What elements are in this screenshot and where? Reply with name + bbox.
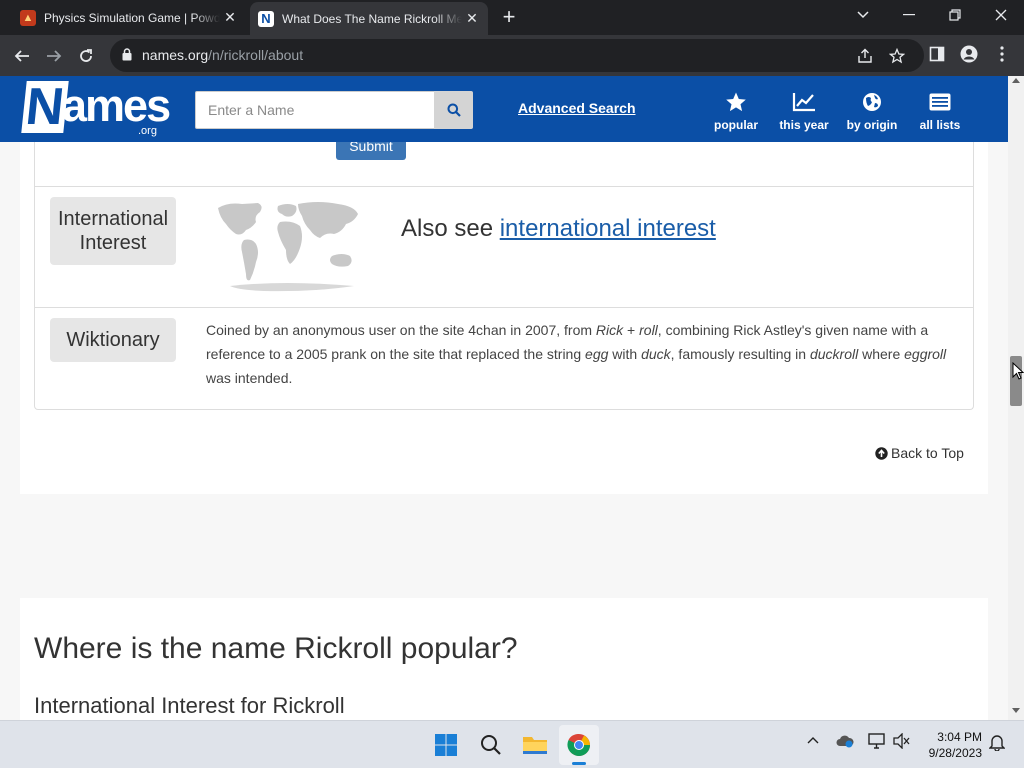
forward-button[interactable] — [41, 43, 67, 69]
also-see-text: Also see international interest — [401, 215, 716, 243]
taskbar-clock[interactable]: 3:04 PM 9/28/2023 — [918, 729, 982, 761]
clock-date: 9/28/2023 — [928, 746, 982, 760]
url-text: names.org/n/rickroll/about — [142, 47, 304, 63]
label-line: Interest — [79, 232, 147, 254]
close-window-button[interactable] — [978, 0, 1024, 30]
site-header: N ames .org Advanced Search popular this… — [0, 76, 1008, 142]
logo-org-text: .org — [138, 125, 157, 137]
list-icon — [906, 90, 974, 114]
network-icon[interactable] — [868, 733, 886, 749]
names-org-logo[interactable]: N ames .org — [21, 78, 171, 139]
side-panel-icon[interactable] — [927, 44, 947, 64]
nav-all-lists[interactable]: all lists — [906, 90, 974, 132]
submit-button[interactable]: Submit — [336, 142, 406, 160]
new-tab-button[interactable]: + — [498, 6, 520, 29]
also-see-prefix: Also see — [401, 215, 500, 242]
nav-popular[interactable]: popular — [702, 90, 770, 132]
name-search-input[interactable] — [195, 91, 435, 129]
label-text: Wiktionary — [66, 328, 160, 351]
back-to-top-link[interactable]: Back to Top — [875, 445, 964, 461]
world-map-image[interactable] — [214, 200, 364, 297]
chrome-taskbar-icon[interactable] — [559, 725, 599, 765]
address-bar[interactable]: names.org/n/rickroll/about — [110, 39, 924, 72]
arrow-up-circle-icon — [875, 446, 888, 460]
volume-muted-icon[interactable] — [893, 733, 911, 749]
bookmark-star-icon[interactable] — [888, 47, 906, 65]
tab-strip: ▲ Physics Simulation Game | Powder ✕ N W… — [0, 0, 1024, 35]
close-tab-icon[interactable]: ✕ — [220, 8, 240, 28]
wiktionary-label[interactable]: Wiktionary — [50, 318, 176, 362]
nav-label: all lists — [919, 118, 961, 132]
advanced-search-link[interactable]: Advanced Search — [518, 100, 636, 116]
label-line: International — [57, 208, 169, 230]
international-interest-heading: International Interest for Rickroll — [34, 693, 345, 718]
clock-time: 3:04 PM — [937, 730, 982, 744]
onedrive-icon[interactable] — [836, 733, 854, 749]
file-explorer-icon[interactable] — [515, 725, 555, 765]
restore-button[interactable] — [932, 0, 978, 30]
chart-line-icon — [770, 90, 838, 114]
powder-favicon-icon: ▲ — [20, 9, 36, 26]
logo-text: ames — [62, 80, 171, 131]
page-viewport: N ames .org Advanced Search popular this… — [0, 76, 1008, 720]
nav-this-year[interactable]: this year — [770, 90, 838, 132]
share-icon[interactable] — [856, 47, 874, 65]
tab-title: What Does The Name Rickroll Mean — [282, 11, 462, 26]
browser-toolbar: names.org/n/rickroll/about — [0, 35, 1024, 76]
profile-avatar-icon[interactable] — [959, 44, 979, 64]
reload-button[interactable] — [73, 43, 99, 69]
tab-rickroll[interactable]: N What Does The Name Rickroll Mean ✕ — [250, 2, 488, 35]
search-taskbar-icon[interactable] — [471, 725, 511, 765]
menu-dots-icon[interactable] — [992, 44, 1012, 64]
popularity-heading: Where is the name Rickroll popular? — [34, 632, 518, 665]
international-interest-label[interactable]: International Interest — [50, 197, 176, 265]
page-scrollbar[interactable] — [1008, 76, 1024, 720]
search-icon — [447, 103, 461, 117]
nav-label: popular — [714, 118, 758, 132]
show-hidden-icons-chevron-icon[interactable] — [806, 733, 820, 747]
international-interest-link[interactable]: international interest — [500, 215, 716, 242]
active-app-indicator — [572, 762, 586, 765]
back-to-top-label: Back to Top — [891, 445, 964, 461]
wiktionary-definition: Coined by an anonymous user on the site … — [206, 322, 947, 386]
tab-physics-simulation[interactable]: ▲ Physics Simulation Game | Powder ✕ — [12, 0, 246, 35]
back-button[interactable] — [9, 43, 35, 69]
mouse-cursor-icon — [1012, 361, 1024, 385]
names-favicon-icon: N — [258, 10, 274, 27]
minimize-button[interactable] — [886, 0, 932, 30]
scroll-down-arrow-icon[interactable] — [1012, 708, 1020, 713]
close-tab-icon[interactable]: ✕ — [462, 9, 482, 29]
globe-icon — [838, 90, 906, 114]
windows-start-icon[interactable] — [426, 725, 466, 765]
search-button[interactable] — [434, 91, 473, 129]
star-icon — [702, 90, 770, 114]
nav-label: by origin — [846, 118, 898, 132]
tab-search-chevron-icon[interactable] — [840, 0, 886, 30]
lock-icon[interactable] — [122, 48, 132, 66]
notifications-bell-icon[interactable] — [988, 733, 1006, 751]
tab-title: Physics Simulation Game | Powder — [44, 10, 220, 25]
scroll-up-arrow-icon[interactable] — [1012, 78, 1020, 83]
nav-by-origin[interactable]: by origin — [838, 90, 906, 132]
windows-taskbar: 3:04 PM 9/28/2023 — [0, 720, 1024, 768]
nav-label: this year — [779, 118, 829, 132]
